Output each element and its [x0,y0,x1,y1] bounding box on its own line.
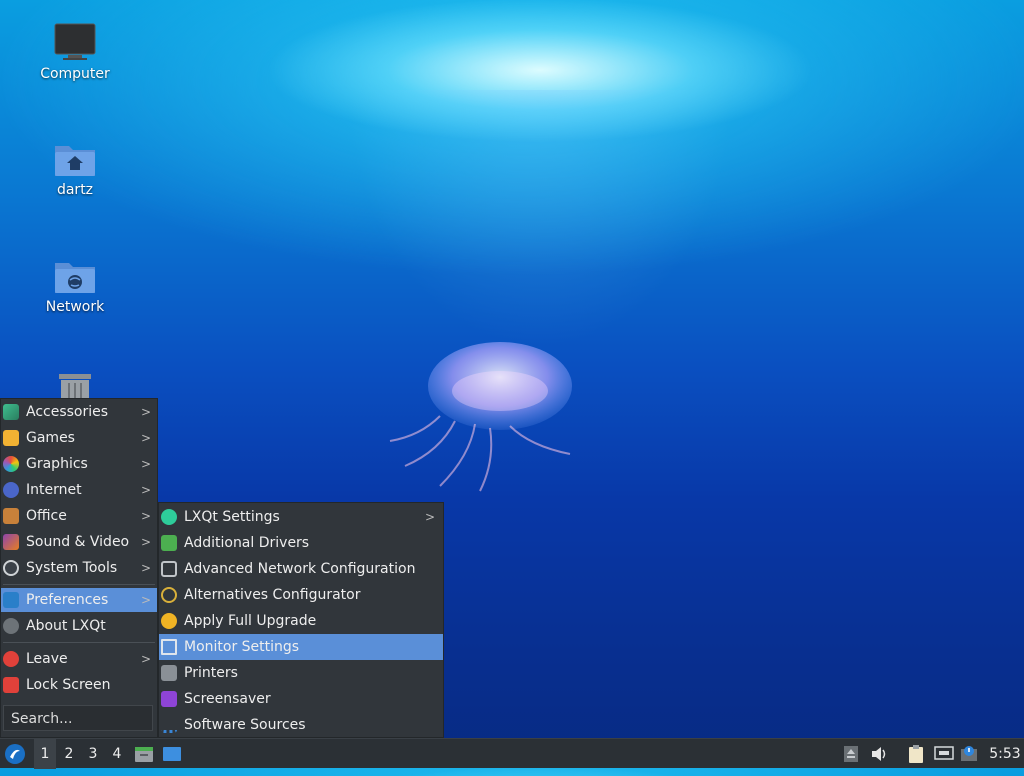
desktop-icon-computer[interactable]: Computer [20,22,130,82]
desktop-icon-network[interactable]: Network [20,255,130,315]
menu-item-graphics[interactable]: Graphics > [1,452,157,476]
submenu-item-alternatives-configurator[interactable]: Alternatives Configurator [159,582,443,608]
jellyfish-wallpaper [389,342,572,492]
internet-icon [3,482,19,498]
screensaver-icon [161,691,177,707]
info-icon [3,618,19,634]
workspace-3-button[interactable]: 3 [82,739,104,769]
start-menu-button[interactable] [4,739,28,769]
submenu-item-lxqt-settings[interactable]: LXQt Settings > [159,504,443,530]
desktop-icon-home[interactable]: dartz [20,138,130,198]
software-sources-icon [161,717,177,733]
file-manager-launcher[interactable] [134,739,156,769]
submenu-item-software-sources[interactable]: Software Sources [159,712,443,738]
desktop-icon [163,747,181,761]
update-notifier-icon[interactable] [960,739,980,769]
clock[interactable]: 5:53 [988,739,1022,769]
accessories-icon [3,404,19,420]
lock-icon [3,677,19,693]
chevron-right-icon: > [140,535,151,549]
network-status-icon[interactable] [934,739,956,769]
chevron-right-icon: > [140,431,151,445]
taskbar: 1 2 3 4 5:53 [0,738,1024,769]
system-tools-icon [3,560,19,576]
menu-search-input[interactable]: Search... [3,705,153,731]
eject-icon[interactable] [843,739,861,769]
workspace-4-button[interactable]: 4 [106,739,128,769]
submenu-item-screensaver[interactable]: Screensaver [159,686,443,712]
alternatives-icon [161,587,177,603]
menu-separator [3,642,155,643]
chevron-right-icon: > [140,561,151,575]
chevron-right-icon: > [424,510,435,524]
show-desktop-button[interactable] [162,739,184,769]
menu-item-office[interactable]: Office > [1,504,157,528]
network-folder-icon [55,263,95,293]
menu-item-games[interactable]: Games > [1,426,157,450]
chevron-right-icon: > [140,593,151,607]
clipboard-icon[interactable] [907,739,927,769]
menu-item-about-lxqt[interactable]: About LXQt [1,614,157,638]
menu-item-leave[interactable]: Leave > [1,647,157,671]
upgrade-icon [161,613,177,629]
games-icon [3,430,19,446]
desktop-icon-label: Network [45,299,105,315]
chevron-right-icon: > [140,483,151,497]
menu-item-lock-screen[interactable]: Lock Screen [1,673,157,697]
lxqt-settings-icon [161,509,177,525]
workspace-1-button[interactable]: 1 [34,739,56,769]
graphics-icon [3,456,19,472]
network-config-icon [161,561,177,577]
volume-icon[interactable] [870,739,890,769]
chevron-right-icon: > [140,509,151,523]
file-manager-icon [135,747,153,762]
submenu-item-monitor-settings[interactable]: Monitor Settings [159,634,443,660]
menu-item-accessories[interactable]: Accessories > [1,400,157,424]
preferences-icon [3,592,19,608]
office-icon [3,508,19,524]
desktop-icon-label: Computer [40,66,110,82]
application-menu: Accessories > Games > Graphics > Interne… [0,398,158,738]
monitor-icon [54,23,96,60]
submenu-item-printers[interactable]: Printers [159,660,443,686]
menu-item-sound-video[interactable]: Sound & Video > [1,530,157,554]
sound-video-icon [3,534,19,550]
menu-item-system-tools[interactable]: System Tools > [1,556,157,580]
menu-item-internet[interactable]: Internet > [1,478,157,502]
menu-item-preferences[interactable]: Preferences > [1,588,157,612]
printer-icon [161,665,177,681]
lubuntu-logo-icon [5,744,25,764]
desktop-icon-label: dartz [56,182,94,198]
monitor-settings-icon [161,639,177,655]
submenu-item-advanced-network-configuration[interactable]: Advanced Network Configuration [159,556,443,582]
light-rays [280,90,800,570]
chip-icon [161,535,177,551]
power-icon [3,651,19,667]
submenu-item-additional-drivers[interactable]: Additional Drivers [159,530,443,556]
chevron-right-icon: > [140,457,151,471]
chevron-right-icon: > [140,405,151,419]
workspace-2-button[interactable]: 2 [58,739,80,769]
menu-separator [3,584,155,585]
chevron-right-icon: > [140,652,151,666]
preferences-submenu: LXQt Settings > Additional Drivers Advan… [158,502,444,738]
home-folder-icon [55,146,95,176]
submenu-item-apply-full-upgrade[interactable]: Apply Full Upgrade [159,608,443,634]
